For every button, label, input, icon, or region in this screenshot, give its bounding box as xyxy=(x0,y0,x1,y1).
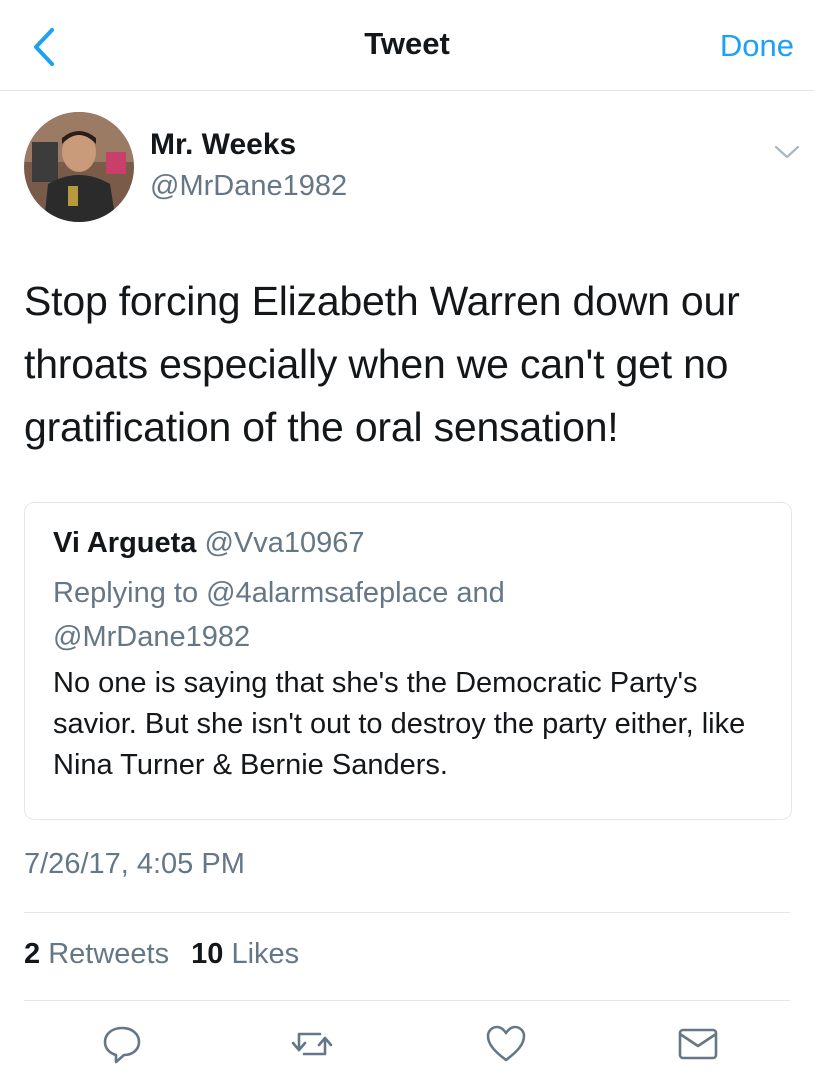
tweet-timestamp: 7/26/17, 4:05 PM xyxy=(24,848,245,880)
replying-to-line-2: @MrDane1982 xyxy=(53,621,251,653)
like-button[interactable] xyxy=(484,1022,528,1066)
chevron-down-icon xyxy=(774,145,800,159)
retweets-number: 2 xyxy=(24,938,41,970)
direct-message-button[interactable] xyxy=(676,1022,720,1066)
avatar[interactable] xyxy=(24,112,134,222)
heart-icon xyxy=(486,1025,526,1062)
retweet-button[interactable] xyxy=(290,1022,334,1066)
replying-to: Replying to @4alarmsafeplace and @MrDane… xyxy=(53,571,773,659)
quoted-tweet-header: Vi Argueta @Vva10967 xyxy=(53,527,365,560)
likes-number: 10 xyxy=(191,938,224,970)
divider xyxy=(24,1000,790,1001)
quoted-tweet-text: No one is saying that she's the Democrat… xyxy=(53,667,746,781)
retweets-label: Retweets xyxy=(48,938,170,970)
quoted-author-handle: @Vva10967 xyxy=(204,527,365,559)
reply-button[interactable] xyxy=(100,1022,144,1066)
avatar-image xyxy=(24,112,134,222)
quoted-tweet[interactable]: Vi Argueta @Vva10967 Replying to @4alarm… xyxy=(24,502,792,820)
author-handle[interactable]: @MrDane1982 xyxy=(150,170,347,203)
likes-count[interactable]: 10 Likes xyxy=(191,938,299,970)
done-button[interactable]: Done xyxy=(720,28,794,64)
more-options-button[interactable] xyxy=(772,142,802,162)
likes-label: Likes xyxy=(231,938,300,970)
reply-icon xyxy=(103,1026,141,1064)
nav-bar: Tweet Done xyxy=(0,0,814,91)
quoted-author-name: Vi Argueta xyxy=(53,527,197,559)
page-title: Tweet xyxy=(364,26,450,61)
tweet-stats: 2 Retweets 10 Likes xyxy=(24,938,313,971)
author-display-name[interactable]: Mr. Weeks xyxy=(150,128,296,162)
retweets-count[interactable]: 2 Retweets xyxy=(24,938,169,970)
divider xyxy=(24,912,790,913)
retweet-icon xyxy=(291,1032,333,1056)
replying-to-line-1: Replying to @4alarmsafeplace and xyxy=(53,577,505,609)
envelope-icon xyxy=(678,1028,718,1060)
tweet-text: Stop forcing Elizabeth Warren down our t… xyxy=(24,278,740,450)
